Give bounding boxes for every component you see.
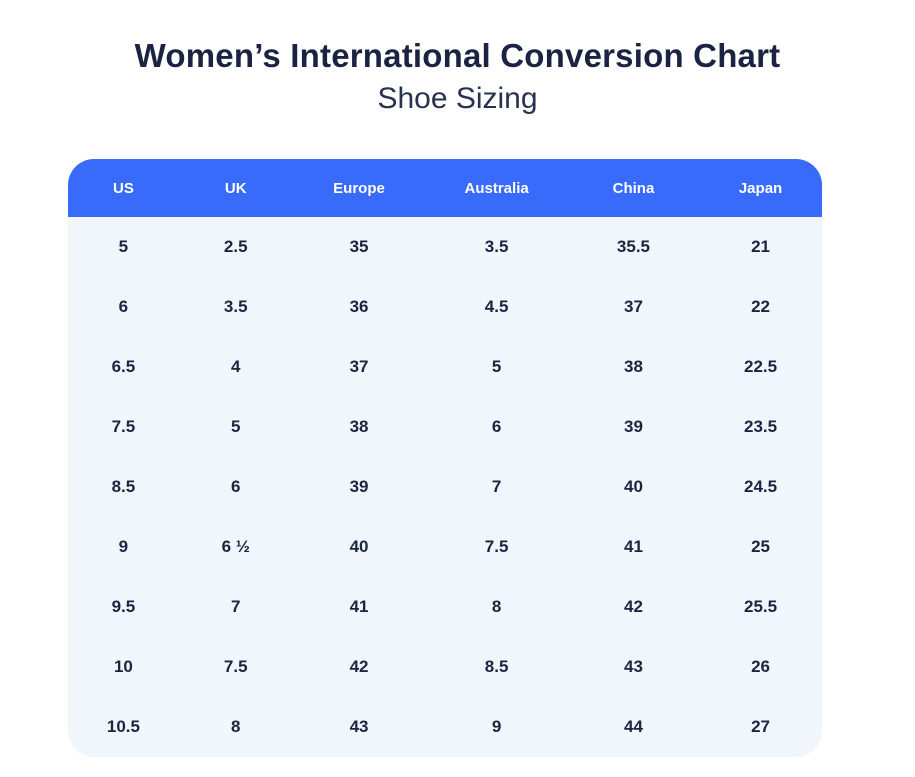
table-cell: 2.5 — [179, 217, 293, 277]
column-header-australia: Australia — [425, 159, 568, 217]
table-cell: 38 — [568, 337, 699, 397]
table-cell: 24.5 — [699, 457, 822, 517]
table-cell: 4 — [179, 337, 293, 397]
table-cell: 27 — [699, 697, 822, 757]
table-cell: 5 — [68, 217, 179, 277]
table-cell: 39 — [293, 457, 426, 517]
table-body: 52.5353.535.52163.5364.537226.543753822.… — [68, 217, 822, 757]
table-cell: 7.5 — [179, 637, 293, 697]
table-row: 96 ½407.54125 — [68, 517, 822, 577]
table-cell: 43 — [293, 697, 426, 757]
table-cell: 25.5 — [699, 577, 822, 637]
column-header-uk: UK — [179, 159, 293, 217]
table-cell: 7 — [179, 577, 293, 637]
column-header-us: US — [68, 159, 179, 217]
table-cell: 7 — [425, 457, 568, 517]
table-cell: 3.5 — [425, 217, 568, 277]
table-cell: 9 — [68, 517, 179, 577]
table-cell: 26 — [699, 637, 822, 697]
table-row: 10.584394427 — [68, 697, 822, 757]
table-cell: 41 — [568, 517, 699, 577]
table-cell: 43 — [568, 637, 699, 697]
table-row: 52.5353.535.521 — [68, 217, 822, 277]
page-subtitle: Shoe Sizing — [0, 80, 915, 118]
table-cell: 9 — [425, 697, 568, 757]
column-header-china: China — [568, 159, 699, 217]
table-cell: 8 — [425, 577, 568, 637]
table-cell: 41 — [293, 577, 426, 637]
table-cell: 40 — [568, 457, 699, 517]
table-cell: 6 — [425, 397, 568, 457]
table-cell: 5 — [425, 337, 568, 397]
table-cell: 5 — [179, 397, 293, 457]
table-row: 7.553863923.5 — [68, 397, 822, 457]
table-cell: 22 — [699, 277, 822, 337]
table-cell: 7.5 — [68, 397, 179, 457]
table-cell: 40 — [293, 517, 426, 577]
table-cell: 42 — [568, 577, 699, 637]
table-cell: 38 — [293, 397, 426, 457]
column-header-europe: Europe — [293, 159, 426, 217]
table-cell: 42 — [293, 637, 426, 697]
table-cell: 35 — [293, 217, 426, 277]
page: { "header": { "title": "Women\u2019s Int… — [0, 0, 915, 777]
table-cell: 21 — [699, 217, 822, 277]
table-cell: 6 — [179, 457, 293, 517]
page-title: Women’s International Conversion Chart — [0, 36, 915, 76]
table-cell: 22.5 — [699, 337, 822, 397]
table-cell: 39 — [568, 397, 699, 457]
table-cell: 4.5 — [425, 277, 568, 337]
table-cell: 8.5 — [68, 457, 179, 517]
table-cell: 7.5 — [425, 517, 568, 577]
table-cell: 10.5 — [68, 697, 179, 757]
table-cell: 25 — [699, 517, 822, 577]
table-cell: 3.5 — [179, 277, 293, 337]
table-cell: 8.5 — [425, 637, 568, 697]
table-header: US UK Europe Australia China Japan — [68, 159, 822, 217]
table-row: 6.543753822.5 — [68, 337, 822, 397]
conversion-table-card: US UK Europe Australia China Japan 52.53… — [68, 159, 822, 757]
table-row: 9.574184225.5 — [68, 577, 822, 637]
table-header-row: US UK Europe Australia China Japan — [68, 159, 822, 217]
table-cell: 37 — [293, 337, 426, 397]
table-cell: 6 — [68, 277, 179, 337]
page-header: Women’s International Conversion Chart S… — [0, 0, 915, 117]
table-cell: 9.5 — [68, 577, 179, 637]
table-cell: 23.5 — [699, 397, 822, 457]
table-cell: 44 — [568, 697, 699, 757]
table-cell: 6.5 — [68, 337, 179, 397]
table-row: 107.5428.54326 — [68, 637, 822, 697]
table-cell: 6 ½ — [179, 517, 293, 577]
table-cell: 36 — [293, 277, 426, 337]
table-row: 8.563974024.5 — [68, 457, 822, 517]
conversion-table: US UK Europe Australia China Japan 52.53… — [68, 159, 822, 757]
table-cell: 37 — [568, 277, 699, 337]
table-cell: 8 — [179, 697, 293, 757]
table-row: 63.5364.53722 — [68, 277, 822, 337]
table-cell: 35.5 — [568, 217, 699, 277]
column-header-japan: Japan — [699, 159, 822, 217]
table-cell: 10 — [68, 637, 179, 697]
